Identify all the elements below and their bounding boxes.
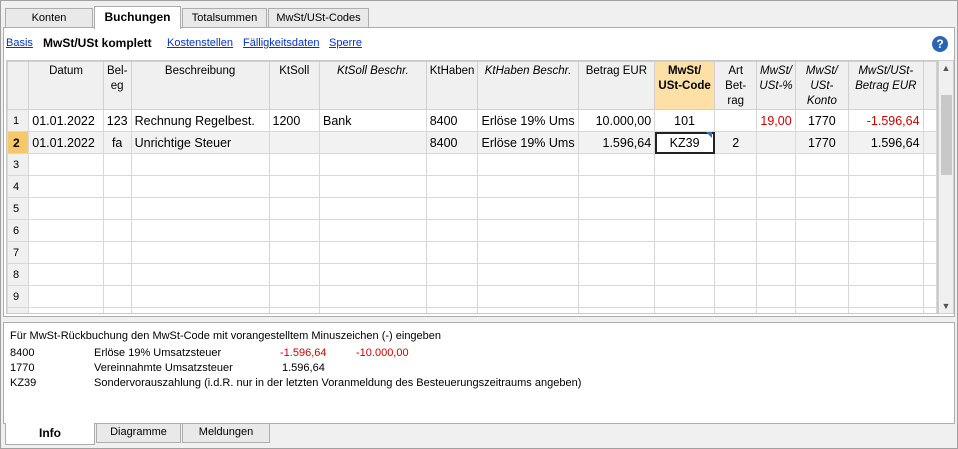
info-hint: Für MwSt-Rückbuchung den MwSt-Code mit v…: [10, 330, 442, 342]
cell-ktsoll-beschr[interactable]: Bank: [318, 109, 427, 132]
cell-betrag[interactable]: 1.596,64: [577, 131, 656, 154]
view-faelligkeitsdaten[interactable]: Fälligkeitsdaten: [243, 37, 319, 49]
table-row-empty[interactable]: 3: [7, 153, 937, 176]
cell-beschreibung[interactable]: Unrichtige Steuer: [130, 131, 270, 154]
scrollbar-thumb[interactable]: [941, 95, 952, 175]
row-number[interactable]: 9: [7, 285, 30, 308]
table-row-empty[interactable]: 9: [7, 285, 937, 308]
cell-mwst-betrag[interactable]: 1.596,64: [848, 131, 924, 154]
tab-totalsummen[interactable]: Totalsummen: [182, 8, 267, 28]
col-header-mwst-konto[interactable]: MwSt/ USt-Konto: [794, 61, 850, 110]
table-row-empty[interactable]: 5: [7, 197, 937, 220]
cell-mwst-konto[interactable]: 1770: [794, 131, 850, 154]
cell-beschreibung[interactable]: Rechnung Regelbest.: [130, 109, 270, 132]
table-row-empty[interactable]: 6: [7, 219, 937, 242]
cell-kthaben[interactable]: 8400: [425, 131, 479, 154]
tab-info[interactable]: Info: [5, 423, 95, 445]
info-value-1: 1.596,64: [282, 362, 325, 374]
tab-buchungen[interactable]: Buchungen: [94, 6, 181, 29]
table-row-selected[interactable]: 2 01.01.2022 fa Unrichtige Steuer 8400 E…: [7, 131, 937, 154]
view-basis[interactable]: Basis: [6, 37, 33, 49]
cell-kthaben-beschr[interactable]: Erlöse 19% Ums: [477, 109, 579, 132]
app-window: Konten Buchungen Totalsummen MwSt/USt-Co…: [0, 0, 958, 449]
info-value-1: -1.596,64: [280, 347, 327, 359]
cell-kthaben[interactable]: 8400: [425, 109, 479, 132]
cell-beleg[interactable]: 123: [102, 109, 132, 132]
table-row-empty[interactable]: 4: [7, 175, 937, 198]
view-kostenstellen[interactable]: Kostenstellen: [167, 37, 233, 49]
cell-ktsoll-beschr[interactable]: [318, 131, 427, 154]
scroll-down-icon[interactable]: ▼: [939, 301, 953, 311]
comment-marker-icon: ◥: [705, 131, 713, 140]
cell-art-betrag[interactable]: 2: [714, 131, 758, 154]
col-header-ktsoll[interactable]: KtSoll: [268, 61, 320, 110]
cell-betrag[interactable]: 10.000,00: [577, 109, 656, 132]
scroll-up-icon[interactable]: ▲: [939, 63, 953, 73]
row-number[interactable]: 4: [7, 175, 30, 198]
cell-mwst-pct[interactable]: 19,00: [756, 109, 796, 132]
info-text: Sondervorauszahlung (i.d.R. nur in der l…: [94, 377, 582, 389]
col-header-beschreibung[interactable]: Beschreibung: [130, 61, 270, 110]
cell-spacer: [922, 109, 937, 132]
cell-ktsoll[interactable]: 1200: [268, 109, 320, 132]
transactions-table: Datum Bel- eg Beschreibung KtSoll KtSoll…: [6, 60, 938, 314]
cell-mwst-konto[interactable]: 1770: [794, 109, 850, 132]
col-header-ktsoll-beschr[interactable]: KtSoll Beschr.: [318, 61, 427, 110]
table-header-row: Datum Bel- eg Beschreibung KtSoll KtSoll…: [7, 61, 937, 110]
col-header-kthaben[interactable]: KtHaben: [425, 61, 479, 110]
cell-art-betrag[interactable]: [714, 109, 758, 132]
row-number[interactable]: 2: [7, 131, 30, 154]
col-header-art-betrag[interactable]: Art Bet- rag: [714, 61, 758, 110]
buchungen-panel: Basis MwSt/USt komplett Kostenstellen Fä…: [3, 27, 955, 317]
row-number[interactable]: 3: [7, 153, 30, 176]
info-text: Vereinnahmte Umsatzsteuer: [94, 362, 233, 374]
cell-mwst-code-value: KZ39: [669, 135, 700, 150]
info-code: 8400: [10, 347, 35, 359]
info-text: Erlöse 19% Umsatzsteuer: [94, 347, 222, 359]
vertical-scrollbar[interactable]: ▲ ▼: [938, 60, 954, 314]
view-mwst-komplett[interactable]: MwSt/USt komplett: [43, 36, 152, 50]
tab-meldungen[interactable]: Meldungen: [182, 424, 270, 443]
col-header-mwst-pct[interactable]: MwSt/ USt-%: [756, 61, 796, 110]
tab-mwst-codes[interactable]: MwSt/USt-Codes: [268, 8, 369, 28]
table-row-empty[interactable]: 10: [7, 307, 937, 313]
col-header-betrag[interactable]: Betrag EUR: [577, 61, 656, 110]
help-icon[interactable]: ?: [932, 36, 948, 52]
row-number[interactable]: 10: [7, 307, 30, 313]
info-panel: Für MwSt-Rückbuchung den MwSt-Code mit v…: [3, 322, 955, 424]
table-row-empty[interactable]: 8: [7, 263, 937, 286]
cell-mwst-betrag[interactable]: -1.596,64: [848, 109, 924, 132]
col-header-mwst-code[interactable]: MwSt/ USt-Code: [654, 61, 716, 110]
col-header-beleg[interactable]: Bel- eg: [102, 61, 132, 110]
cell-spacer: [922, 131, 937, 154]
col-header-mwst-betrag[interactable]: MwSt/USt- Betrag EUR: [848, 61, 924, 110]
col-header-rownum: [7, 61, 30, 110]
col-header-spacer: [922, 61, 937, 110]
row-number[interactable]: 5: [7, 197, 30, 220]
info-code: 1770: [10, 362, 35, 374]
info-code: KZ39: [10, 377, 37, 389]
view-sperre[interactable]: Sperre: [329, 37, 362, 49]
cell-mwst-code[interactable]: 101: [654, 109, 716, 132]
row-number[interactable]: 8: [7, 263, 30, 286]
cell-mwst-code-editing[interactable]: KZ39 ◥: [654, 131, 716, 154]
cell-mwst-pct[interactable]: [756, 131, 796, 154]
info-value-2: -10.000,00: [356, 347, 409, 359]
col-header-kthaben-beschr[interactable]: KtHaben Beschr.: [477, 61, 579, 110]
table-row[interactable]: 1 01.01.2022 123 Rechnung Regelbest. 120…: [7, 109, 937, 132]
row-number[interactable]: 1: [7, 109, 30, 132]
table-row-empty[interactable]: 7: [7, 241, 937, 264]
tab-konten[interactable]: Konten: [5, 8, 93, 28]
cell-beleg[interactable]: fa: [102, 131, 132, 154]
cell-kthaben-beschr[interactable]: Erlöse 19% Ums: [477, 131, 579, 154]
cell-datum[interactable]: 01.01.2022: [28, 131, 104, 154]
tab-diagramme[interactable]: Diagramme: [96, 424, 181, 443]
cell-datum[interactable]: 01.01.2022: [28, 109, 104, 132]
cell-ktsoll[interactable]: [268, 131, 320, 154]
row-number[interactable]: 6: [7, 219, 30, 242]
row-number[interactable]: 7: [7, 241, 30, 264]
col-header-datum[interactable]: Datum: [28, 61, 104, 110]
